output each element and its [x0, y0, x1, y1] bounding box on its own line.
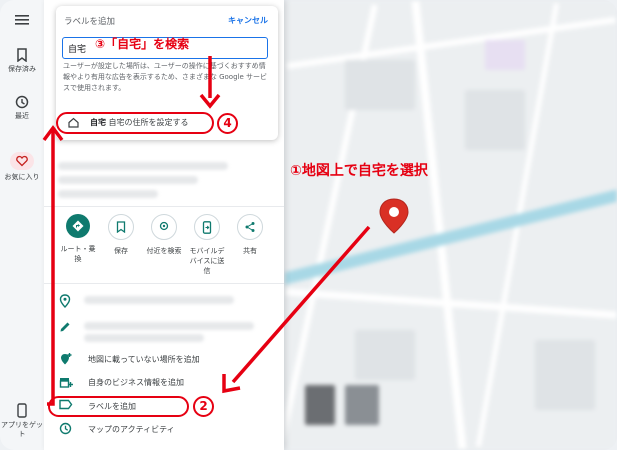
annotation-arrows — [42, 56, 371, 406]
screenshot-frame: 保存済み 最近 お気に入り アプリをゲット ルート・乗換 保存 付近を検索 モバ… — [0, 0, 617, 450]
arrow-pin-to-add-label — [231, 225, 371, 384]
arrow-add-label-up — [47, 130, 55, 406]
